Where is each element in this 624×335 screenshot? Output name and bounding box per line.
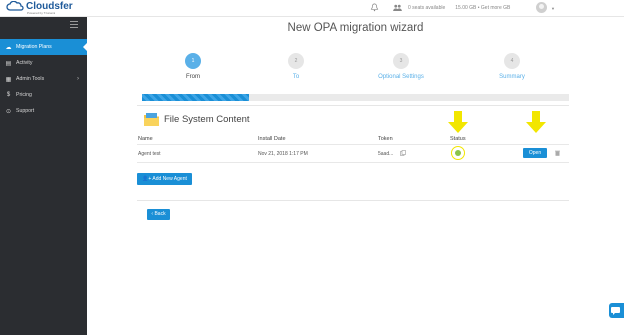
sidebar: ☁ Migration Plans ▤ Activity ▦ Admin Too… [0, 17, 87, 335]
row-divider [137, 144, 569, 145]
column-header-name: Name [138, 136, 153, 142]
step-number: 3 [393, 53, 409, 69]
chat-widget[interactable] [609, 303, 624, 318]
activity-icon: ▤ [5, 60, 12, 67]
install-date: Nov 21, 2018 1:17 PM [258, 151, 308, 157]
support-icon: ⊙ [5, 108, 12, 115]
sidebar-item-label: Pricing [16, 92, 32, 98]
wizard-step-summary[interactable]: 4 Summary [472, 53, 552, 80]
sidebar-item-label: Migration Plans [16, 44, 52, 50]
bell-icon[interactable] [370, 3, 379, 12]
sidebar-item-label: Support [16, 108, 35, 114]
step-label: From [186, 74, 200, 80]
storage-link[interactable]: 15.00 GB • Get more GB [455, 5, 510, 11]
status-indicator [455, 150, 461, 156]
token-value: 5aad... [378, 151, 394, 157]
tools-icon: ▦ [5, 76, 12, 83]
divider [137, 200, 569, 201]
step-number: 1 [185, 53, 201, 69]
chat-icon [611, 307, 620, 315]
sidebar-item-migration-plans[interactable]: ☁ Migration Plans [0, 39, 87, 55]
avatar[interactable] [536, 2, 547, 13]
sidebar-item-support[interactable]: ⊙ Support [0, 103, 87, 119]
column-header-token: Token [378, 136, 393, 142]
cloud-logo-icon [6, 1, 24, 11]
trash-icon[interactable] [555, 150, 560, 156]
cloud-icon: ☁ [5, 44, 12, 51]
page-title: New OPA migration wizard [287, 22, 424, 34]
row-divider [137, 162, 569, 163]
add-user-icon: 👤+ [142, 176, 153, 182]
open-button[interactable]: Open [523, 148, 547, 158]
seats-available: 0 seats available [408, 4, 446, 11]
copy-icon[interactable] [400, 150, 406, 156]
column-header-status: Status [450, 136, 466, 142]
back-button[interactable]: ‹ Back [147, 209, 170, 220]
add-new-agent-button[interactable]: 👤+ Add New Agent [137, 173, 192, 185]
folder-icon [144, 113, 159, 126]
divider [137, 105, 569, 106]
sidebar-item-label: Admin Tools [16, 76, 45, 82]
sidebar-item-pricing[interactable]: $ Pricing [0, 87, 87, 103]
top-bar: Cloudsfer Powered by Tzunami 0 seats ava… [0, 0, 624, 17]
add-new-agent-label: Add New Agent [152, 176, 187, 182]
wizard-progress-bar [142, 94, 569, 101]
column-header-install-date: Install Date [258, 136, 286, 142]
wizard-step-from[interactable]: 1 From [153, 53, 233, 80]
wizard-step-to[interactable]: 2 To [256, 53, 336, 80]
brand-tagline: Powered by Tzunami [27, 11, 56, 15]
agent-name: Agent test [138, 151, 161, 157]
chevron-right-icon: › [77, 76, 79, 82]
sidebar-item-admin-tools[interactable]: ▦ Admin Tools › [0, 71, 87, 87]
step-label: Optional Settings [378, 74, 424, 80]
sidebar-item-label: Activity [16, 60, 33, 66]
sidebar-nav: ☁ Migration Plans ▤ Activity ▦ Admin Too… [0, 39, 87, 119]
wizard-step-optional-settings[interactable]: 3 Optional Settings [361, 53, 441, 80]
arrow-down-annotation-icon [526, 111, 546, 133]
section-title: File System Content [164, 114, 250, 125]
chevron-down-icon[interactable]: ▼ [551, 6, 555, 11]
step-number: 2 [288, 53, 304, 69]
step-number: 4 [504, 53, 520, 69]
dollar-icon: $ [6, 92, 11, 98]
progress-fill [142, 94, 249, 101]
step-label: To [292, 74, 300, 80]
hamburger-menu-icon[interactable] [70, 21, 78, 28]
file-system-header: File System Content [143, 112, 250, 127]
sidebar-item-activity[interactable]: ▤ Activity [0, 55, 87, 71]
step-label: Summary [499, 74, 525, 80]
arrow-down-annotation-icon [448, 111, 468, 133]
users-icon [393, 4, 402, 11]
